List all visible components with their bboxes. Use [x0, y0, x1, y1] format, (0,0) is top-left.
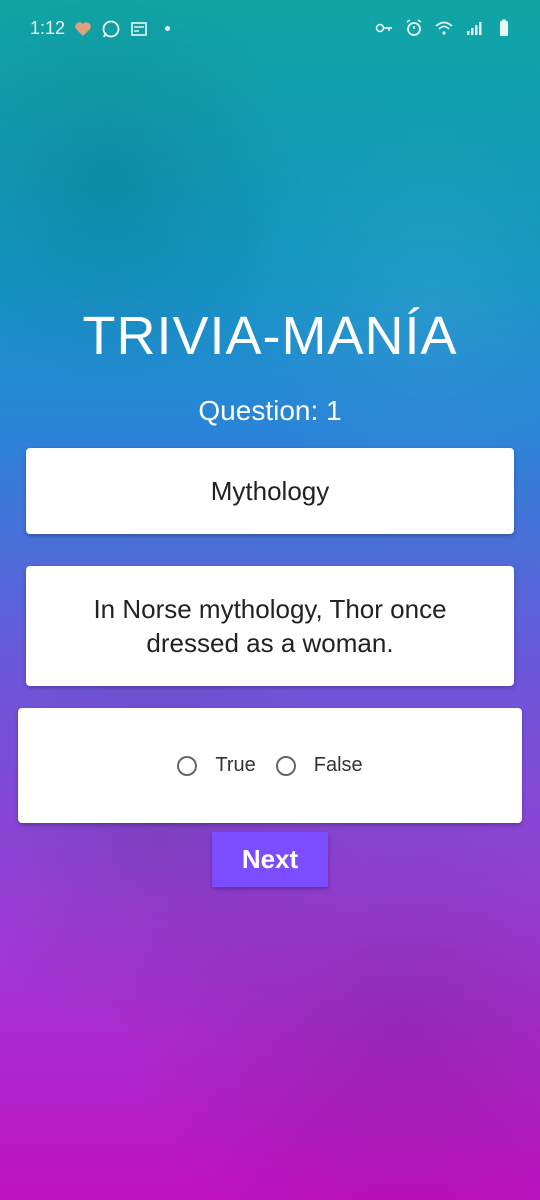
app-title: TRIVIA-MANÍA — [82, 306, 458, 366]
radio-false-icon[interactable] — [275, 755, 296, 776]
whatsapp-icon — [102, 20, 120, 37]
status-bar: 1:12 — [0, 0, 540, 60]
key-icon — [375, 23, 392, 33]
category-card: Mythology — [26, 448, 514, 534]
question-number: Question: 1 — [198, 395, 342, 426]
signal-icon — [467, 22, 482, 35]
status-time: 1:12 — [30, 18, 66, 38]
health-icon — [75, 21, 91, 36]
answer-radio-group: True False — [177, 754, 363, 777]
alarm-icon — [406, 19, 422, 36]
notification-dot — [165, 26, 171, 31]
radio-true-icon[interactable] — [177, 755, 198, 776]
question-text: In Norse mythology, Thor once dressed as… — [93, 594, 447, 658]
wifi-icon — [435, 21, 453, 35]
next-button[interactable]: Next — [212, 832, 328, 887]
option-true-label[interactable]: True — [215, 754, 255, 777]
option-true[interactable]: True — [177, 754, 256, 777]
battery-icon — [500, 19, 508, 36]
category-label: Mythology — [210, 475, 330, 506]
option-false-label[interactable]: False — [314, 754, 363, 777]
answer-card: True False — [18, 708, 522, 823]
status-left: 1:12 — [30, 18, 171, 39]
status-right — [374, 18, 514, 38]
question-card: In Norse mythology, Thor once dressed as… — [26, 566, 514, 686]
option-false[interactable]: False — [275, 754, 363, 777]
news-icon — [131, 21, 147, 36]
